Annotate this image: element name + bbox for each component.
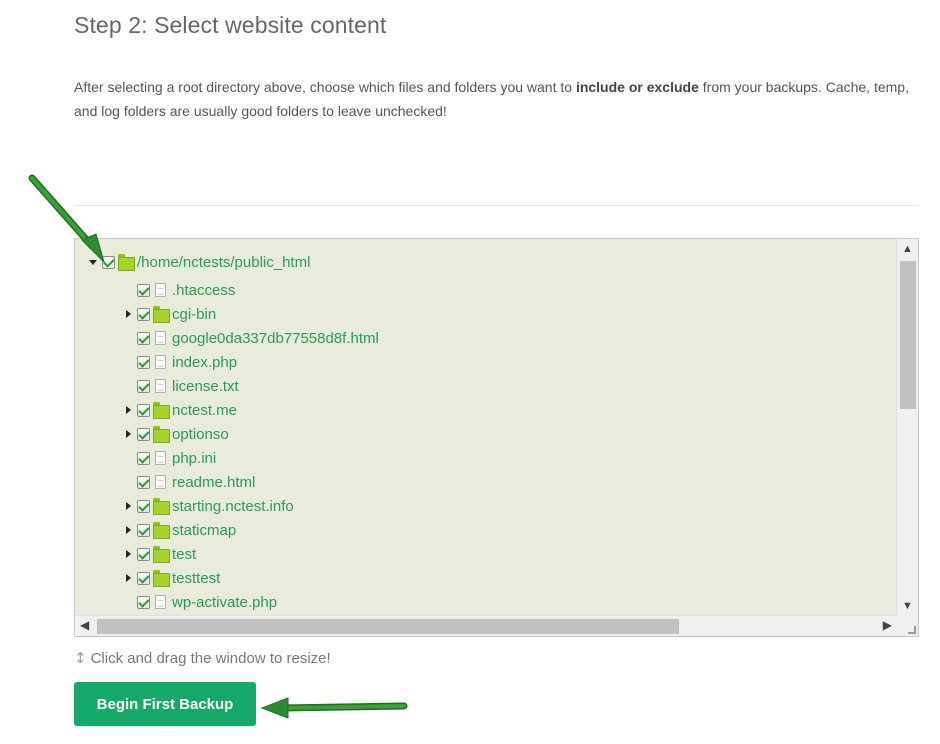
tree-checkbox[interactable] [137, 523, 150, 537]
tree-node[interactable]: cgi-bin [123, 303, 216, 325]
scroll-down-icon[interactable]: ▼ [902, 600, 913, 612]
tree-checkbox[interactable] [137, 595, 150, 609]
horizontal-scrollbar[interactable]: ◀ ▶ [75, 615, 897, 636]
scroll-right-icon[interactable]: ▶ [883, 618, 892, 632]
tree-node-label[interactable]: nctest.me [172, 402, 237, 419]
file-tree: /home/nctests/public_html .htaccess cgi-bi… [75, 239, 897, 616]
tree-node-label[interactable]: cgi-bin [172, 306, 216, 323]
scrollbar-corner [896, 615, 918, 636]
tree-checkbox[interactable] [102, 255, 115, 269]
tree-checkbox[interactable] [137, 427, 150, 441]
tree-node-label[interactable]: test [172, 546, 196, 563]
tree-checkbox[interactable] [137, 283, 150, 297]
vertical-scroll-thumb[interactable] [900, 261, 916, 409]
file-icon [155, 355, 166, 369]
tree-node[interactable]: staticmap [123, 519, 236, 541]
toggle-spacer [123, 447, 133, 469]
toggle-spacer [123, 471, 133, 493]
folder-icon [153, 522, 170, 539]
tree-node-label[interactable]: .htaccess [172, 282, 235, 299]
tree-node-label[interactable]: index.php [172, 354, 237, 371]
tree-node[interactable]: .htaccess [123, 279, 235, 301]
expand-arrow-icon[interactable] [123, 567, 133, 589]
tree-root-node[interactable]: /home/nctests/public_html [88, 251, 310, 273]
description-emphasis: include or exclude [575, 79, 699, 95]
tree-checkbox[interactable] [137, 307, 150, 321]
tree-checkbox[interactable] [137, 571, 150, 585]
step-title: Step 2: Select website content [74, 12, 387, 38]
folder-icon [153, 306, 170, 323]
file-icon [155, 451, 166, 465]
step-description: After selecting a root directory above, … [74, 75, 914, 123]
tree-node[interactable]: readme.html [123, 471, 255, 493]
tree-node[interactable]: test [123, 543, 196, 565]
vertical-resize-icon: ↕ [74, 649, 87, 667]
vertical-scrollbar[interactable]: ▲ ▼ [896, 239, 918, 616]
folder-icon [153, 426, 170, 443]
tree-node[interactable]: index.php [123, 351, 237, 373]
tree-node-label[interactable]: staticmap [172, 522, 236, 539]
tree-checkbox[interactable] [137, 403, 150, 417]
tree-checkbox[interactable] [137, 499, 150, 513]
tree-node-label[interactable]: php.ini [172, 450, 216, 467]
expand-arrow-icon[interactable] [123, 519, 133, 541]
tree-checkbox[interactable] [137, 379, 150, 393]
toggle-spacer [123, 375, 133, 397]
resize-hint-text: Click and drag the window to resize! [90, 649, 331, 667]
tree-checkbox[interactable] [137, 451, 150, 465]
tree-node[interactable]: php.ini [123, 447, 216, 469]
expand-arrow-icon[interactable] [123, 303, 133, 325]
tree-node[interactable]: wp-activate.php [123, 591, 277, 613]
tree-node[interactable]: testtest [123, 567, 220, 589]
tree-node-label[interactable]: wp-activate.php [172, 594, 277, 611]
folder-icon [153, 402, 170, 419]
tree-node-label[interactable]: /home/nctests/public_html [137, 254, 310, 271]
tree-checkbox[interactable] [137, 355, 150, 369]
file-icon [155, 595, 166, 609]
file-icon [155, 331, 166, 345]
description-text-start: After selecting a root directory above, … [74, 79, 576, 95]
folder-icon [118, 254, 135, 271]
file-icon [155, 283, 166, 297]
file-icon [155, 475, 166, 489]
begin-first-backup-button[interactable]: Begin First Backup [74, 682, 256, 726]
toggle-spacer [123, 591, 133, 613]
tree-node[interactable]: starting.nctest.info [123, 495, 294, 517]
collapse-arrow-icon[interactable] [88, 251, 98, 273]
tree-node[interactable]: license.txt [123, 375, 239, 397]
folder-icon [153, 498, 170, 515]
horizontal-scroll-thumb[interactable] [97, 619, 679, 634]
tree-node[interactable]: optionso [123, 423, 229, 445]
tree-node-label[interactable]: license.txt [172, 378, 239, 395]
resize-hint: ↕ Click and drag the window to resize! [74, 649, 331, 667]
file-icon [155, 379, 166, 393]
tree-node-label[interactable]: optionso [172, 426, 229, 443]
arrow-to-begin-button [260, 697, 408, 719]
folder-icon [153, 546, 170, 563]
tree-node-label[interactable]: google0da337db77558d8f.html [172, 330, 379, 347]
tree-node[interactable]: google0da337db77558d8f.html [123, 327, 379, 349]
toggle-spacer [123, 327, 133, 349]
scroll-left-icon[interactable]: ◀ [80, 618, 89, 632]
resize-grip-icon[interactable] [908, 626, 916, 634]
expand-arrow-icon[interactable] [123, 543, 133, 565]
toggle-spacer [123, 351, 133, 373]
tree-node-label[interactable]: readme.html [172, 474, 255, 491]
toggle-spacer [123, 279, 133, 301]
expand-arrow-icon[interactable] [123, 423, 133, 445]
tree-checkbox[interactable] [137, 547, 150, 561]
expand-arrow-icon[interactable] [123, 495, 133, 517]
tree-node[interactable]: nctest.me [123, 399, 237, 421]
folder-icon [153, 570, 170, 587]
scroll-up-icon[interactable]: ▲ [902, 243, 913, 255]
tree-checkbox[interactable] [137, 331, 150, 345]
tree-node-label[interactable]: testtest [172, 570, 220, 587]
tree-checkbox[interactable] [137, 475, 150, 489]
expand-arrow-icon[interactable] [123, 399, 133, 421]
section-divider [74, 205, 919, 206]
tree-node-label[interactable]: starting.nctest.info [172, 498, 294, 515]
file-tree-panel[interactable]: /home/nctests/public_html .htaccess cgi-bi… [74, 238, 919, 637]
